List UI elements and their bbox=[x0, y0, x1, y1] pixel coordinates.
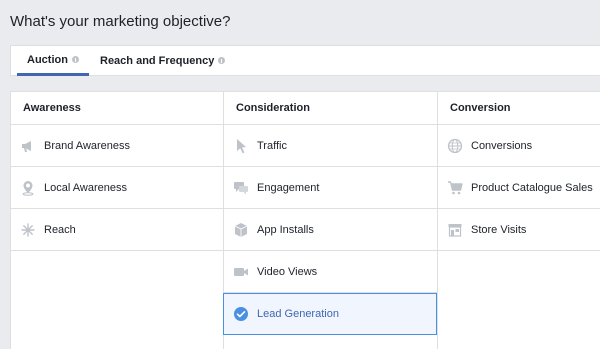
objective-engagement[interactable]: Engagement bbox=[224, 167, 437, 209]
box-icon bbox=[232, 221, 249, 238]
objective-label: Traffic bbox=[257, 139, 287, 152]
objective-label: Lead Generation bbox=[257, 308, 339, 320]
column-header: Conversion bbox=[438, 92, 600, 125]
objective-label: Store Visits bbox=[471, 223, 527, 236]
objective-reach[interactable]: Reach bbox=[11, 209, 223, 251]
objective-local-awareness[interactable]: Local Awareness bbox=[11, 167, 223, 209]
objective-lead-generation[interactable]: Lead Generation bbox=[223, 293, 437, 335]
info-icon[interactable] bbox=[218, 57, 226, 64]
objectives-grid: Awareness Brand Awareness Local Awarenes… bbox=[10, 91, 600, 349]
objective-label: App Installs bbox=[257, 223, 314, 236]
column-conversion: Conversion Conversions Product Catalogue… bbox=[437, 92, 600, 349]
column-header: Consideration bbox=[224, 92, 437, 125]
objective-label: Video Views bbox=[257, 265, 318, 278]
tab-reach-and-frequency-label: Reach and Frequency bbox=[100, 54, 215, 67]
objective-tabs: Auction Reach and Frequency bbox=[10, 45, 600, 76]
objective-brand-awareness[interactable]: Brand Awareness bbox=[11, 125, 223, 167]
column-consideration: Consideration Traffic Engagement App Ins… bbox=[223, 92, 437, 349]
objective-conversions[interactable]: Conversions bbox=[438, 125, 600, 167]
page-title: What's your marketing objective? bbox=[10, 13, 231, 30]
tab-auction[interactable]: Auction bbox=[17, 46, 89, 76]
objective-video-views[interactable]: Video Views bbox=[224, 251, 437, 293]
tab-auction-label: Auction bbox=[27, 53, 68, 66]
objective-label: Local Awareness bbox=[44, 181, 127, 194]
shopping-cart-icon bbox=[446, 179, 463, 196]
objective-traffic[interactable]: Traffic bbox=[224, 125, 437, 167]
column-header: Awareness bbox=[11, 92, 223, 125]
megaphone-icon bbox=[19, 137, 36, 154]
objective-app-installs[interactable]: App Installs bbox=[224, 209, 437, 251]
info-icon[interactable] bbox=[71, 56, 79, 63]
globe-icon bbox=[446, 137, 463, 154]
store-icon bbox=[446, 221, 463, 238]
chat-bubbles-icon bbox=[232, 179, 249, 196]
objective-label: Reach bbox=[44, 223, 76, 236]
location-pin-icon bbox=[19, 179, 36, 196]
snowflake-icon bbox=[19, 221, 36, 238]
objective-label: Conversions bbox=[471, 139, 533, 152]
objective-label: Engagement bbox=[257, 181, 320, 194]
cursor-icon bbox=[232, 137, 249, 154]
column-awareness: Awareness Brand Awareness Local Awarenes… bbox=[11, 92, 223, 349]
objective-label: Product Catalogue Sales bbox=[471, 181, 593, 194]
tab-reach-and-frequency[interactable]: Reach and Frequency bbox=[100, 46, 226, 75]
objective-store-visits[interactable]: Store Visits bbox=[438, 209, 600, 251]
check-circle-icon bbox=[232, 306, 249, 323]
objective-label: Brand Awareness bbox=[44, 139, 131, 152]
video-camera-icon bbox=[232, 263, 249, 280]
objective-product-catalogue-sales[interactable]: Product Catalogue Sales bbox=[438, 167, 600, 209]
